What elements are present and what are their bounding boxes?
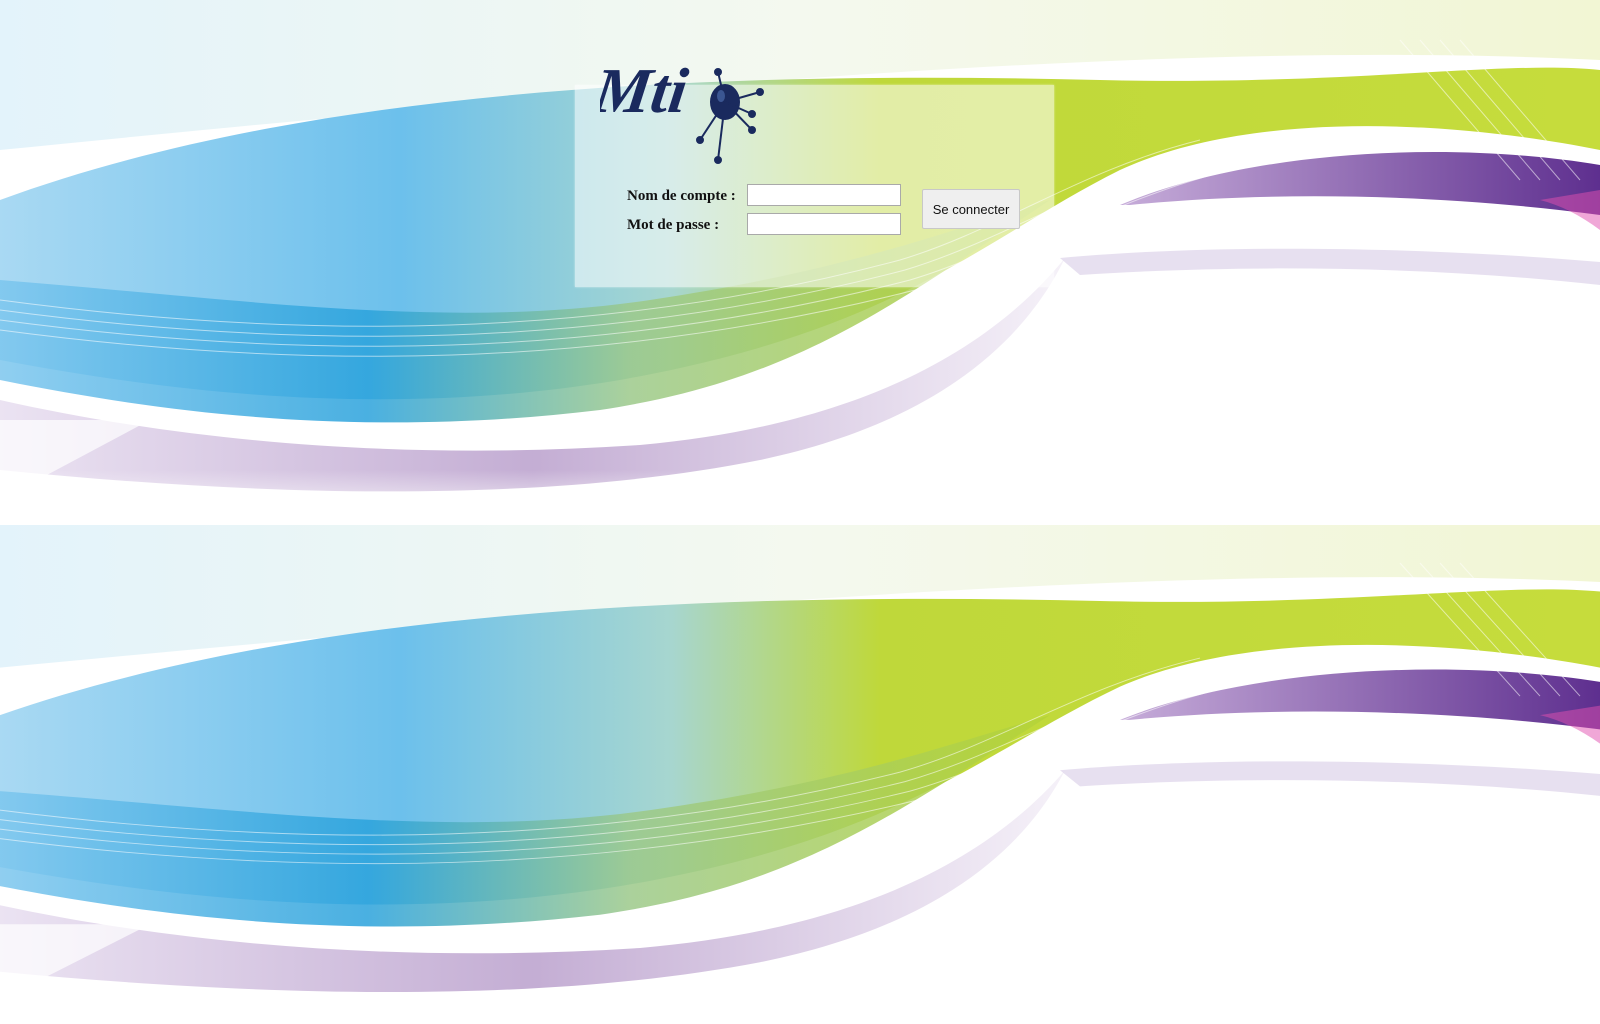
- background-wave-bottom: [0, 525, 1600, 1024]
- account-input[interactable]: [747, 184, 901, 206]
- account-row: Nom de compte :: [627, 184, 901, 208]
- account-label: Nom de compte :: [627, 187, 736, 204]
- password-row: Mot de passe :: [627, 213, 901, 237]
- password-label: Mot de passe :: [627, 216, 720, 233]
- connect-button[interactable]: Se connecter: [922, 189, 1020, 229]
- login-page: Mti Nom de compte : Mot de passe: Se co…: [0, 0, 1600, 1024]
- svg-text:Mti: Mti: [600, 55, 692, 126]
- password-input[interactable]: [747, 213, 901, 235]
- mti-logo: Mti: [589, 52, 765, 164]
